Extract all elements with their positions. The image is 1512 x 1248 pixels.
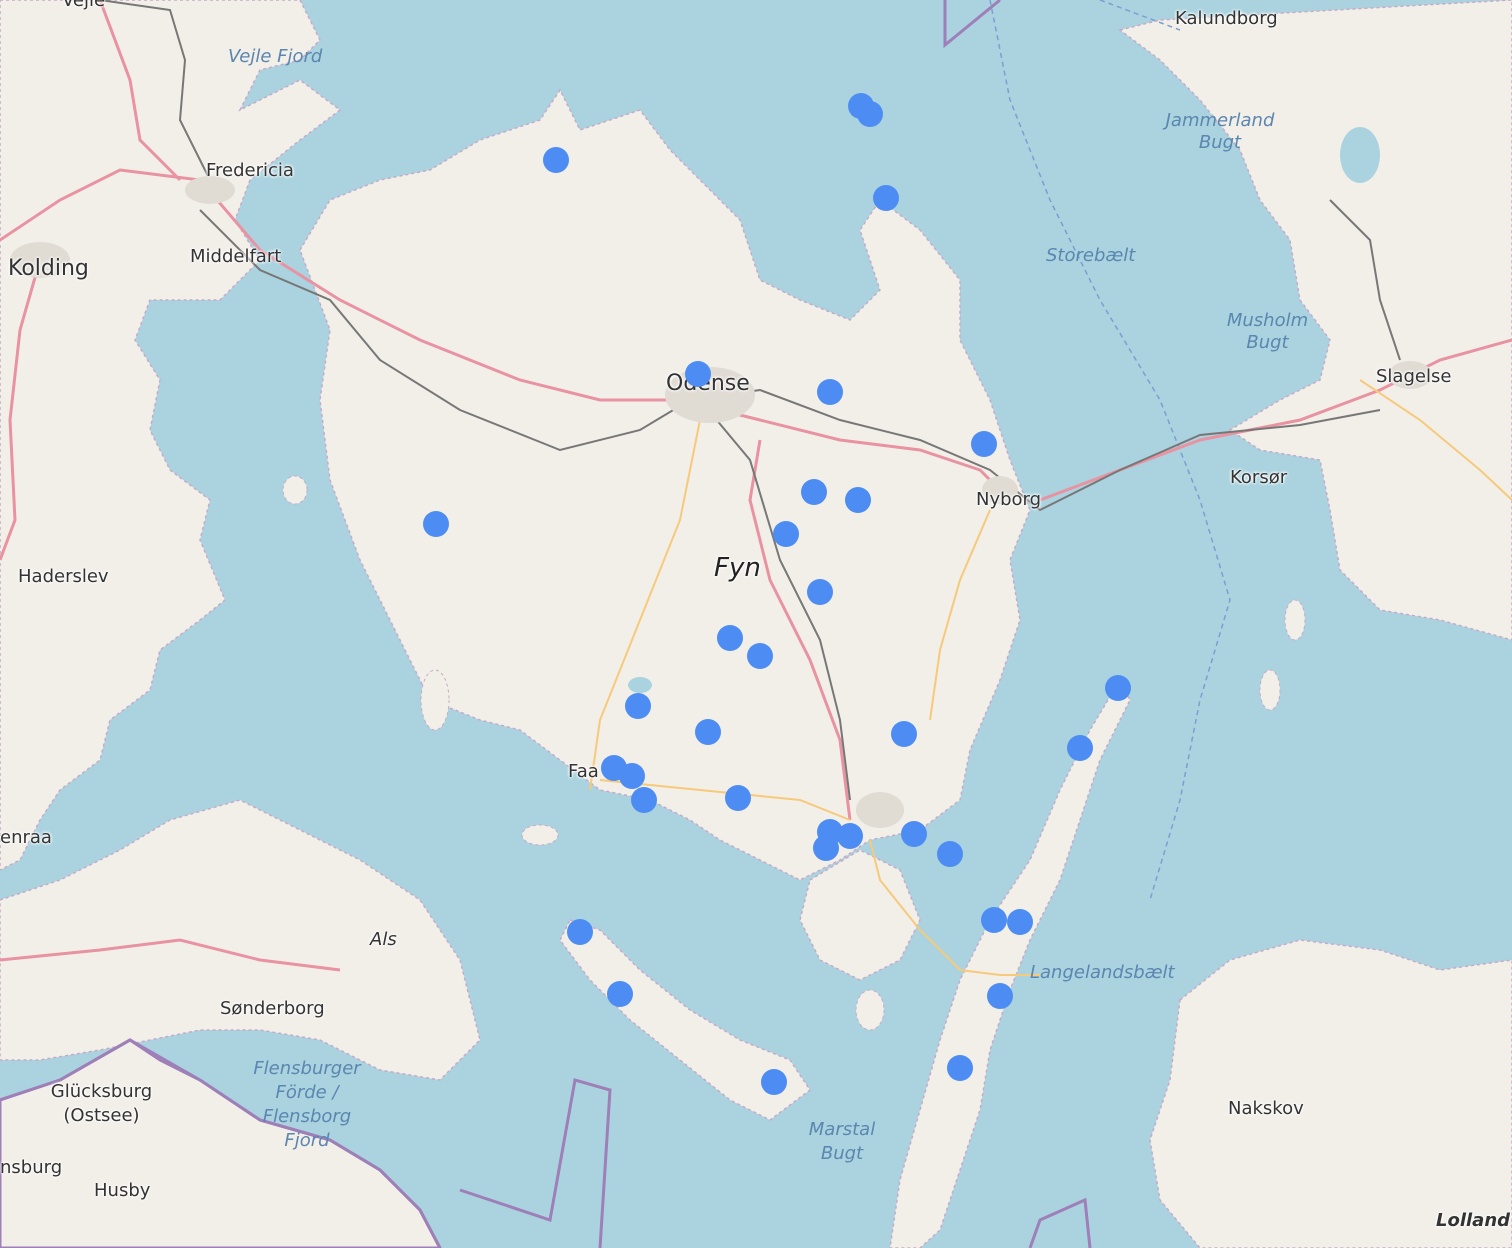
island [855, 989, 885, 1031]
location-marker[interactable] [761, 1069, 787, 1095]
map-tiles [0, 0, 1512, 1248]
lake [1340, 127, 1380, 183]
island [1259, 669, 1281, 711]
location-marker[interactable] [837, 823, 863, 849]
island-label-lolland: Lolland [1436, 1210, 1511, 1231]
place-label-slagelse: Slagelse [1376, 366, 1452, 387]
place-label-flensburg: nsburg [0, 1157, 63, 1178]
location-marker[interactable] [937, 841, 963, 867]
island [420, 669, 450, 731]
water-label-jammerland-bugt: Jammerland Bugt [1165, 110, 1275, 153]
location-marker[interactable] [891, 721, 917, 747]
place-label-aabenraa: enraa [0, 827, 52, 848]
place-label-glucksburg: Glücksburg (Ostsee) [50, 1081, 153, 1126]
place-label-fredericia: Fredericia [206, 160, 294, 181]
island [521, 824, 559, 846]
place-label-middelfart: Middelfart [190, 246, 282, 267]
location-marker[interactable] [625, 693, 651, 719]
location-marker[interactable] [947, 1055, 973, 1081]
water-label-musholm-bugt: Musholm Bugt [1226, 310, 1309, 353]
location-marker[interactable] [817, 379, 843, 405]
location-marker[interactable] [747, 643, 773, 669]
location-marker[interactable] [1067, 735, 1093, 761]
place-label-sonderborg: Sønderborg [220, 998, 325, 1019]
island [282, 475, 308, 505]
place-label-nakskov: Nakskov [1228, 1098, 1304, 1119]
water-label-storebaelt: Storebælt [1046, 245, 1136, 266]
water-label-langelandsbaelt: Langelandsbælt [1030, 962, 1175, 983]
location-marker[interactable] [987, 983, 1013, 1009]
location-marker[interactable] [725, 785, 751, 811]
location-marker[interactable] [423, 511, 449, 537]
location-marker[interactable] [981, 907, 1007, 933]
location-marker[interactable] [1105, 675, 1131, 701]
location-marker[interactable] [685, 361, 711, 387]
location-marker[interactable] [1007, 909, 1033, 935]
place-label-haderslev: Haderslev [18, 566, 109, 587]
location-marker[interactable] [567, 919, 593, 945]
place-label-kalundborg: Kalundborg [1175, 8, 1278, 29]
location-marker[interactable] [813, 835, 839, 861]
island-label-als: Als [370, 929, 397, 950]
location-marker[interactable] [717, 625, 743, 651]
location-marker[interactable] [807, 579, 833, 605]
island [1284, 599, 1306, 641]
lake [628, 677, 652, 693]
island-label-fyn: Fyn [714, 553, 761, 583]
map-view[interactable]: Vejle Kalundborg Vejle Fjord Fredericia … [0, 0, 1512, 1248]
place-label-kolding: Kolding [8, 256, 89, 281]
location-marker[interactable] [857, 101, 883, 127]
location-marker[interactable] [607, 981, 633, 1007]
lolland-landmass [1149, 939, 1512, 1248]
place-label-korsor: Korsør [1230, 467, 1288, 488]
place-label-vejle: Vejle [62, 0, 106, 11]
location-marker[interactable] [801, 479, 827, 505]
urban-area-svendborg [856, 792, 904, 828]
location-marker[interactable] [695, 719, 721, 745]
location-marker[interactable] [901, 821, 927, 847]
location-marker[interactable] [773, 521, 799, 547]
water-label-vejle-fjord: Vejle Fjord [228, 46, 323, 67]
location-marker[interactable] [845, 487, 871, 513]
place-label-nyborg: Nyborg [976, 489, 1042, 510]
place-label-faaborg: Faa [568, 761, 599, 782]
water-label-marstal-bugt: Marstal Bugt [808, 1119, 876, 1164]
water-label-flensburger-forde: Flensburger Förde / Flensborg Fjord [253, 1058, 361, 1151]
location-marker[interactable] [543, 147, 569, 173]
location-marker[interactable] [873, 185, 899, 211]
location-marker[interactable] [971, 431, 997, 457]
place-label-husby: Husby [94, 1180, 151, 1201]
location-marker[interactable] [631, 787, 657, 813]
location-marker[interactable] [619, 763, 645, 789]
